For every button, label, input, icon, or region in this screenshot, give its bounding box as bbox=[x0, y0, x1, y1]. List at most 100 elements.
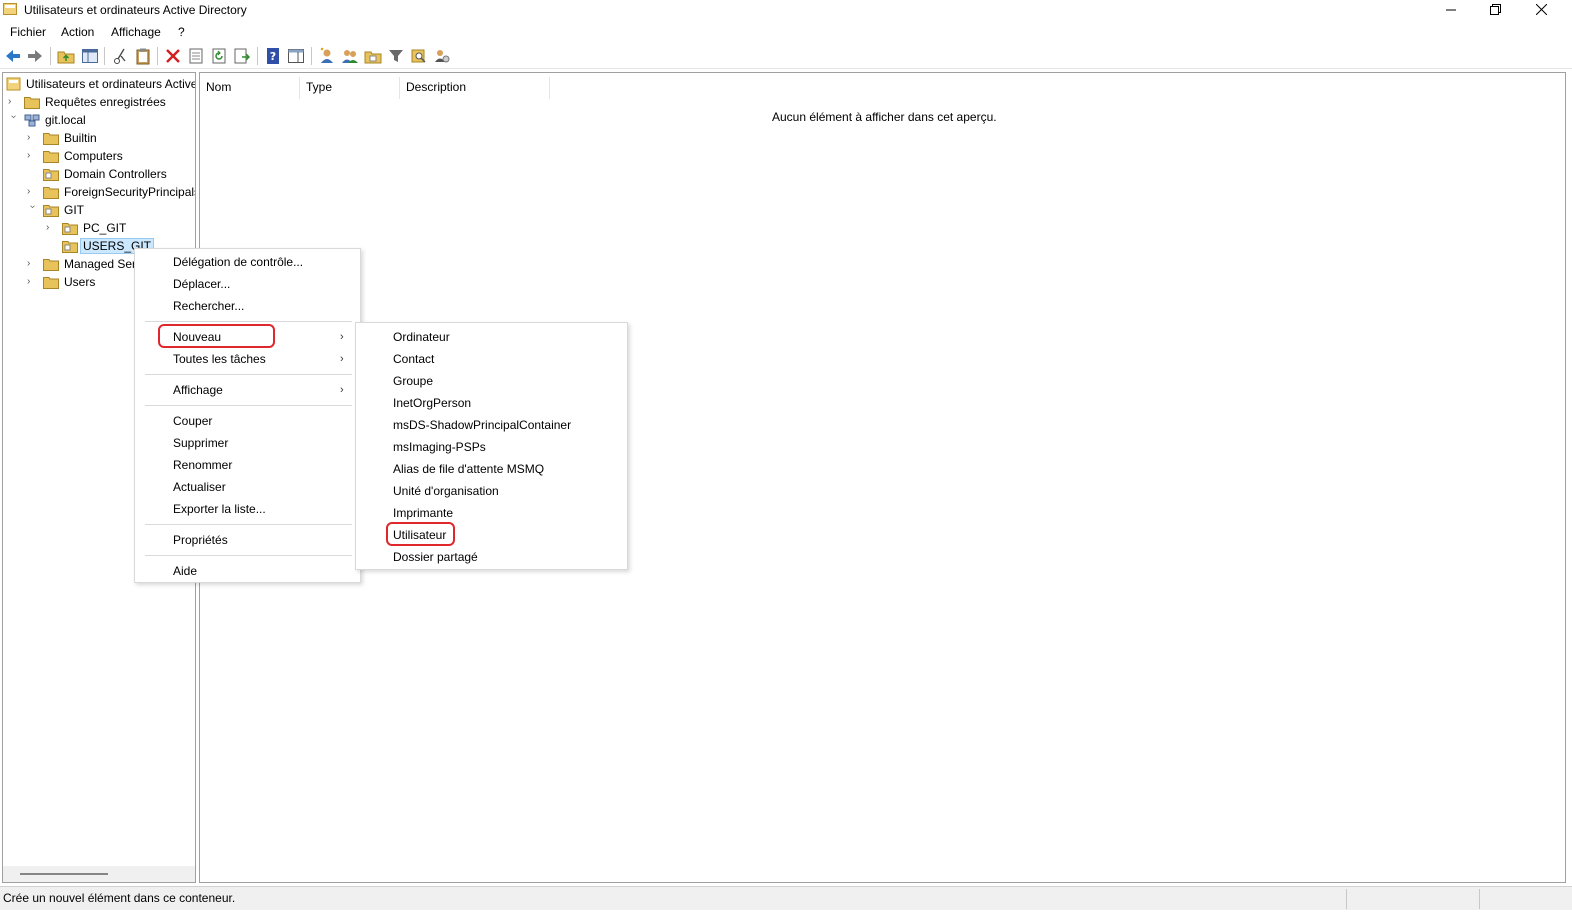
chevron-right-icon[interactable]: › bbox=[8, 96, 18, 108]
folder-icon bbox=[43, 259, 59, 271]
tree-label: GIT bbox=[64, 203, 84, 217]
menu-item-label: Actualiser bbox=[173, 480, 226, 494]
filter-icon bbox=[389, 50, 403, 62]
delete-x-icon bbox=[166, 49, 180, 63]
submenu-item-groupe[interactable]: Groupe bbox=[356, 370, 627, 392]
chevron-down-icon[interactable]: › bbox=[26, 205, 38, 215]
ou-icon bbox=[62, 241, 78, 253]
submenu-item-inetorgperson[interactable]: InetOrgPerson bbox=[356, 392, 627, 414]
toolbar-separator bbox=[157, 47, 158, 65]
export-button[interactable] bbox=[233, 47, 251, 65]
filter-button[interactable] bbox=[387, 47, 405, 65]
submenu-item-dossier-partage[interactable]: Dossier partagé bbox=[356, 546, 627, 568]
status-text: Crée un nouvel élément dans ce conteneur… bbox=[3, 891, 236, 905]
console-tree-button[interactable] bbox=[81, 47, 99, 65]
new-ou-button[interactable] bbox=[364, 47, 382, 65]
chevron-right-icon[interactable]: › bbox=[27, 258, 37, 270]
properties-icon bbox=[189, 48, 203, 64]
scrollbar-thumb[interactable] bbox=[20, 873, 108, 875]
chevron-right-icon[interactable]: › bbox=[27, 150, 37, 162]
delete-button[interactable] bbox=[164, 47, 182, 65]
chevron-right-icon[interactable]: › bbox=[27, 132, 37, 144]
tree-item-domain[interactable]: › git.local bbox=[3, 111, 195, 129]
find-button[interactable] bbox=[410, 47, 428, 65]
properties-button[interactable] bbox=[187, 47, 205, 65]
tree-item-git[interactable]: › GIT bbox=[3, 201, 195, 219]
tree-item-foreign[interactable]: › ForeignSecurityPrincipals bbox=[3, 183, 195, 201]
menu-item-label: Supprimer bbox=[173, 436, 229, 450]
tree-item-domain-controllers[interactable]: Domain Controllers bbox=[3, 165, 195, 183]
menu-item-actualiser[interactable]: Actualiser bbox=[135, 476, 360, 498]
column-header-type[interactable]: Type bbox=[300, 77, 400, 99]
menu-item-label: Délégation de contrôle... bbox=[173, 255, 304, 269]
submenu-arrow-icon: › bbox=[340, 353, 344, 365]
show-action-pane-button[interactable] bbox=[287, 47, 305, 65]
menu-affichage[interactable]: Affichage bbox=[111, 25, 161, 39]
menu-item-affichage[interactable]: Affichage › bbox=[135, 379, 360, 401]
tree-item-builtin[interactable]: › Builtin bbox=[3, 129, 195, 147]
context-menu: Délégation de contrôle... Déplacer... Re… bbox=[134, 248, 361, 583]
tree-item-pc-git[interactable]: › PC_GIT bbox=[3, 219, 195, 237]
minimize-button[interactable] bbox=[1428, 0, 1473, 20]
menu-item-label: Rechercher... bbox=[173, 299, 245, 313]
column-header-description[interactable]: Description bbox=[400, 77, 550, 99]
cut-button[interactable] bbox=[111, 47, 129, 65]
help-book-icon: ? bbox=[267, 48, 279, 64]
forward-button[interactable] bbox=[26, 47, 44, 65]
refresh-button[interactable] bbox=[210, 47, 228, 65]
folder-icon bbox=[43, 187, 59, 199]
add-to-group-button[interactable] bbox=[433, 47, 451, 65]
tree-label: Users bbox=[64, 275, 96, 289]
up-folder-button[interactable] bbox=[57, 47, 75, 65]
add-to-group-icon bbox=[435, 50, 450, 63]
menu-separator bbox=[145, 524, 352, 525]
new-group-button[interactable] bbox=[341, 47, 359, 65]
tree-item-saved-queries[interactable]: › Requêtes enregistrées bbox=[3, 93, 195, 111]
chevron-right-icon[interactable]: › bbox=[27, 186, 37, 198]
tree-label: Requêtes enregistrées bbox=[45, 95, 166, 109]
menu-item-aide[interactable]: Aide bbox=[135, 560, 360, 582]
submenu-item-contact[interactable]: Contact bbox=[356, 348, 627, 370]
tree-horizontal-scrollbar[interactable] bbox=[3, 866, 195, 882]
back-button[interactable] bbox=[4, 47, 22, 65]
column-header-nom[interactable]: Nom bbox=[200, 77, 300, 99]
submenu-item-msmq-alias[interactable]: Alias de file d'attente MSMQ bbox=[356, 458, 627, 480]
submenu-item-imprimante[interactable]: Imprimante bbox=[356, 502, 627, 524]
paste-button[interactable] bbox=[134, 47, 152, 65]
menu-item-supprimer[interactable]: Supprimer bbox=[135, 432, 360, 454]
submenu-item-shadowprincipal[interactable]: msDS-ShadowPrincipalContainer bbox=[356, 414, 627, 436]
chevron-down-icon[interactable]: › bbox=[7, 115, 19, 125]
submenu-item-ordinateur[interactable]: Ordinateur bbox=[356, 326, 627, 348]
menu-help[interactable]: ? bbox=[178, 25, 185, 39]
tree-root[interactable]: Utilisateurs et ordinateurs Active bbox=[3, 75, 195, 93]
toolbar-separator bbox=[50, 47, 51, 65]
chevron-right-icon[interactable]: › bbox=[46, 222, 56, 234]
menu-fichier[interactable]: Fichier bbox=[10, 25, 46, 39]
new-user-icon bbox=[320, 47, 333, 63]
menu-item-couper[interactable]: Couper bbox=[135, 410, 360, 432]
tree-item-computers[interactable]: › Computers bbox=[3, 147, 195, 165]
menu-item-exporter[interactable]: Exporter la liste... bbox=[135, 498, 360, 520]
toolbar: ? bbox=[0, 43, 1572, 69]
menu-item-toutes-taches[interactable]: Toutes les tâches › bbox=[135, 348, 360, 370]
new-user-button[interactable] bbox=[318, 47, 336, 65]
submenu-item-msimaging[interactable]: msImaging-PSPs bbox=[356, 436, 627, 458]
restore-button[interactable] bbox=[1473, 0, 1518, 20]
highlight-outline-utilisateur bbox=[386, 522, 455, 546]
ou-icon bbox=[43, 169, 59, 181]
menu-separator bbox=[145, 405, 352, 406]
menu-item-deplacer[interactable]: Déplacer... bbox=[135, 273, 360, 295]
forward-arrow-icon bbox=[28, 50, 42, 62]
chevron-right-icon[interactable]: › bbox=[27, 276, 37, 288]
menu-item-rechercher[interactable]: Rechercher... bbox=[135, 295, 360, 317]
close-button[interactable] bbox=[1519, 0, 1564, 20]
help-button[interactable]: ? bbox=[264, 47, 282, 65]
menu-separator bbox=[145, 374, 352, 375]
folder-icon bbox=[43, 133, 59, 145]
menu-item-delegation[interactable]: Délégation de contrôle... bbox=[135, 251, 360, 273]
submenu-item-unite-organisation[interactable]: Unité d'organisation bbox=[356, 480, 627, 502]
menu-item-renommer[interactable]: Renommer bbox=[135, 454, 360, 476]
menu-item-proprietes[interactable]: Propriétés bbox=[135, 529, 360, 551]
menu-action[interactable]: Action bbox=[61, 25, 94, 39]
clipboard-icon bbox=[136, 48, 150, 65]
